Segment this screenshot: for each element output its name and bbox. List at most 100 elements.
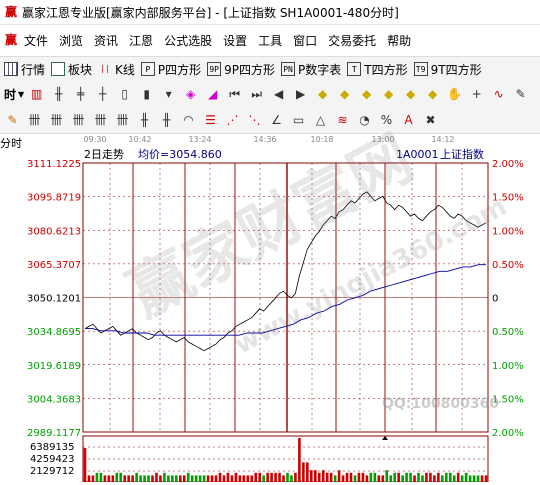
tick-icon[interactable]: ▮ [137, 85, 156, 103]
move-left-icon[interactable]: ◆ [313, 85, 332, 103]
menu-logo-icon[interactable]: 赢 [4, 33, 18, 47]
t-square-icon: T [347, 62, 362, 76]
edit-icon[interactable]: ✎ [511, 85, 530, 103]
9t-square-button[interactable]: T9 9T四方形 [413, 61, 482, 78]
next-icon[interactable]: ▶ [291, 85, 310, 103]
fan-lines-icon[interactable]: ⋱ [245, 111, 264, 129]
hollow-candle-icon[interactable]: ▯ [115, 85, 134, 103]
window-title: 赢家江恩专业版[赢家内部服务平台] - [上证指数 SH1A0001-480分时… [22, 5, 399, 20]
pen-icon[interactable]: ✎ [3, 111, 22, 129]
cycle-lines-icon[interactable]: ╫ [135, 111, 154, 129]
title-bar: 赢 赢家江恩专业版[赢家内部服务平台] - [上证指数 SH1A0001-480… [0, 0, 540, 25]
drawing-toolbar: ✎ 卌 卌 卌 卌 卌 ╫ ╫ ◠ ☰ ⋰ ⋱ ∠ ▭ △ ≋ ◔ % A ✖ [0, 107, 540, 134]
move-right-icon[interactable]: ◆ [335, 85, 354, 103]
price-tick-label: 3004.3683 [27, 394, 81, 405]
quote-button[interactable]: 行情 [4, 61, 45, 78]
menu-help[interactable]: 帮助 [387, 32, 411, 49]
gann-fan-icon[interactable]: 卌 [47, 111, 66, 129]
scroll-up-icon[interactable]: ◆ [401, 85, 420, 103]
p-square-button[interactable]: P P四方形 [140, 61, 202, 78]
pct-tick-label: 2.00% [492, 159, 524, 170]
wave-icon[interactable]: ≋ [333, 111, 352, 129]
crosshair-icon[interactable]: + [467, 85, 486, 103]
period-select[interactable]: 时 ▼ [4, 86, 24, 103]
cycle-icon[interactable]: ◔ [355, 111, 374, 129]
time-tick-label: 09:30 [83, 135, 106, 144]
time-tick-label: 10:42 [128, 135, 151, 144]
p-square-label: P四方形 [157, 62, 202, 77]
menu-gann[interactable]: 江恩 [129, 32, 153, 49]
avg-price-line [85, 264, 486, 336]
time-zones-icon[interactable]: ╫ [157, 111, 176, 129]
app-logo-icon: 赢 [4, 5, 17, 19]
price-tick-label: 3111.1225 [27, 159, 81, 170]
prev-icon[interactable]: ◀ [269, 85, 288, 103]
chart-svg: 分时 2日走势 均价=3054.860 1A0001 上证指数 09:30 10:42 13:… [0, 135, 524, 483]
gann-line-icon[interactable]: 卌 [25, 111, 44, 129]
rectangle-icon[interactable]: ▭ [289, 111, 308, 129]
color-chart-icon[interactable]: ◈ [181, 85, 200, 103]
menu-file[interactable]: 文件 [24, 32, 48, 49]
menu-formula[interactable]: 公式选股 [164, 32, 212, 49]
gann-square-icon[interactable]: 卌 [113, 111, 132, 129]
cross-bar-icon[interactable]: ╪ [71, 85, 90, 103]
time-tick-label: 13:24 [188, 135, 211, 144]
fibonacci-icon[interactable]: ☰ [201, 111, 220, 129]
sector-button[interactable]: 板块 [51, 61, 92, 78]
bar-icon[interactable]: ╫ [49, 85, 68, 103]
text-icon[interactable]: A [399, 111, 418, 129]
last-icon[interactable]: ⏭ [247, 85, 266, 103]
menu-tools[interactable]: 工具 [258, 32, 282, 49]
p-square-icon: P [140, 62, 155, 76]
stock-code: 1A0001 [396, 148, 439, 161]
chart-title: 2日走势 [84, 148, 124, 161]
gann-box-icon[interactable]: 卌 [91, 111, 110, 129]
time-marker-triangle [382, 436, 388, 440]
candle-icon[interactable]: ▥ [27, 85, 46, 103]
quote-label: 行情 [21, 62, 46, 77]
t-square-button[interactable]: T T四方形 [347, 61, 408, 78]
pct-tick-label: 1.50% [492, 394, 524, 405]
p-number-label: P数字表 [298, 62, 342, 77]
time-tick-label: 14:12 [431, 135, 454, 144]
price-tick-label: 3080.6213 [27, 226, 81, 237]
chevron-down-icon: ▼ [18, 89, 25, 99]
menu-settings[interactable]: 设置 [223, 32, 247, 49]
menu-trade[interactable]: 交易委托 [328, 32, 376, 49]
delete-icon[interactable]: ✖ [421, 111, 440, 129]
volume-tick-label: 2129712 [30, 466, 75, 477]
zoom-in-icon[interactable]: ◆ [357, 85, 376, 103]
main-toolbar: 行情 板块 || K线 P P四方形 9P 9P四方形 PN P数字表 T T四方形 T9… [0, 56, 540, 82]
scroll-down-icon[interactable]: ◆ [423, 85, 442, 103]
menu-window[interactable]: 窗口 [293, 32, 317, 49]
line-bar-icon[interactable]: ┼ [93, 85, 112, 103]
gann-grid-icon[interactable]: 卌 [69, 111, 88, 129]
flag-icon[interactable]: ◢ [203, 85, 222, 103]
dropdown-icon[interactable]: ▾ [159, 85, 178, 103]
kline-button[interactable]: || K线 [98, 61, 135, 78]
sector-grid-icon [51, 62, 66, 76]
menu-browse[interactable]: 浏览 [59, 32, 83, 49]
price-tick-label: 3065.3707 [27, 260, 81, 271]
channel-icon[interactable]: ∠ [267, 111, 286, 129]
percent-icon[interactable]: % [377, 111, 396, 129]
9p-square-button[interactable]: 9P 9P四方形 [207, 61, 275, 78]
curve-icon[interactable]: ∿ [489, 85, 508, 103]
arcs-icon[interactable]: ◠ [179, 111, 198, 129]
kline-icon: || [100, 64, 110, 73]
triangle-icon[interactable]: △ [311, 111, 330, 129]
9p-square-icon: 9P [207, 62, 222, 76]
pct-tick-label: 0.50% [492, 327, 524, 338]
p-number-button[interactable]: PN P数字表 [281, 61, 341, 78]
speed-lines-icon[interactable]: ⋰ [223, 111, 242, 129]
price-tick-label: 3034.8695 [27, 327, 81, 338]
time-tick-label: 10:18 [310, 135, 333, 144]
period-label: 分时 [0, 137, 22, 150]
first-icon[interactable]: ⏮ [225, 85, 244, 103]
pct-tick-label: 0.50% [492, 260, 524, 271]
hand-icon[interactable]: ✋ [445, 85, 464, 103]
menu-info[interactable]: 资讯 [94, 32, 118, 49]
sector-label: 板块 [68, 62, 93, 77]
price-tick-label: 2989.1177 [27, 428, 81, 439]
zoom-out-icon[interactable]: ◆ [379, 85, 398, 103]
